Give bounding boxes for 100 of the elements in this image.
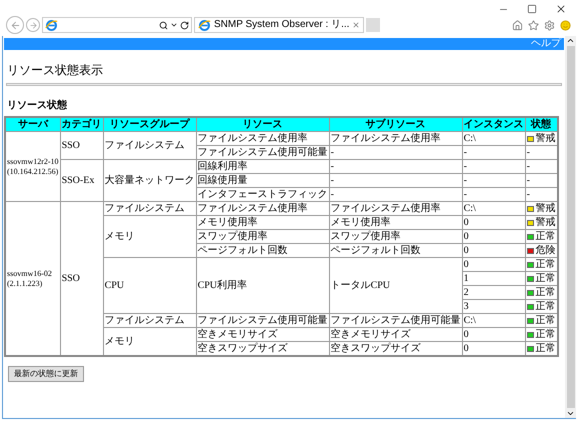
home-icon[interactable] [512, 20, 523, 30]
resource-cell: ファイルシステム使用可能量 [196, 146, 330, 160]
subresource-cell: - [329, 146, 462, 160]
instance-cell: - [462, 188, 526, 202]
instance-cell: 0 [462, 244, 526, 258]
instance-cell: - [462, 160, 526, 174]
group-cell: ファイルシステム [103, 132, 196, 160]
instance-cell: 0 [462, 342, 526, 356]
resource-cell: CPU利用率 [196, 258, 330, 314]
resource-cell: ファイルシステム使用可能量 [196, 314, 330, 328]
browser-tab[interactable]: SNMP System Observer : リ... [194, 17, 364, 33]
column-header: サーバ [5, 117, 60, 132]
tab-title: SNMP System Observer : リ... [214, 19, 350, 31]
status-label: 正常 [536, 272, 556, 285]
scrollbar[interactable] [565, 36, 576, 418]
subresource-cell: スワップ使用率 [329, 230, 462, 244]
tab-close-icon[interactable] [352, 21, 360, 29]
star-icon[interactable] [528, 20, 539, 30]
refresh-button[interactable]: 最新の状態に更新 [8, 366, 84, 382]
status-label: 正常 [536, 230, 556, 243]
subresource-cell: 空きメモリサイズ [329, 328, 462, 342]
scroll-down-icon[interactable] [566, 409, 575, 418]
resource-cell: ファイルシステム使用率 [196, 202, 330, 216]
resource-cell: 空きスワップサイズ [196, 342, 330, 356]
subresource-cell: メモリ使用率 [329, 216, 462, 230]
group-cell: CPU [103, 258, 196, 314]
subresource-cell: - [329, 160, 462, 174]
refresh-icon[interactable] [180, 20, 189, 30]
status-label: 警戒 [536, 216, 556, 229]
subresource-cell: ファイルシステム使用可能量 [329, 314, 462, 328]
instance-cell: 3 [462, 300, 526, 314]
search-icon[interactable] [159, 20, 168, 30]
instance-cell: 0 [462, 230, 526, 244]
status-label: 正常 [536, 300, 556, 313]
status-label: - [526, 146, 530, 159]
resource-cell: メモリ使用率 [196, 216, 330, 230]
group-cell: メモリ [103, 216, 196, 258]
status-label: 正常 [536, 286, 556, 299]
resource-cell: スワップ使用率 [196, 230, 330, 244]
status-label: 正常 [536, 314, 556, 327]
subresource-cell: - [329, 188, 462, 202]
instance-cell: 0 [462, 258, 526, 272]
address-bar[interactable] [42, 17, 192, 33]
subresource-cell: ファイルシステム使用率 [329, 202, 462, 216]
dropdown-icon[interactable] [170, 21, 178, 29]
maximize-icon[interactable] [527, 4, 537, 14]
resource-cell: 空きメモリサイズ [196, 328, 330, 342]
resource-cell: 回線利用率 [196, 160, 330, 174]
category-cell: SSO-Ex [60, 160, 104, 202]
subresource-cell: トータルCPU [329, 258, 462, 314]
scroll-up-icon[interactable] [566, 36, 575, 45]
server-cell: ssovmw16-02 (2.1.1.223) [5, 202, 60, 356]
instance-cell: 2 [462, 286, 526, 300]
instance-cell: 0 [462, 328, 526, 342]
instance-cell: 1 [462, 272, 526, 286]
back-button[interactable] [6, 16, 24, 34]
group-cell: ファイルシステム [103, 202, 196, 216]
category-cell: SSO [60, 132, 104, 160]
status-label: 正常 [536, 328, 556, 341]
category-cell: SSO [60, 202, 104, 356]
resource-cell: ページフォルト回数 [196, 244, 330, 258]
close-icon[interactable] [555, 3, 567, 15]
browser-logo-icon [45, 18, 58, 32]
column-header: サブリソース [329, 117, 462, 132]
status-label: 危険 [536, 244, 556, 257]
instance-cell: C:\ [462, 132, 526, 146]
subresource-cell: ページフォルト回数 [329, 244, 462, 258]
status-label: 警戒 [536, 132, 556, 145]
group-cell: メモリ [103, 328, 196, 356]
browser-logo-icon [198, 18, 211, 32]
instance-cell: C:\ [462, 314, 526, 328]
page-title: リソース状態表示 [7, 62, 104, 79]
subresource-cell: - [329, 174, 462, 188]
subresource-cell: 空きスワップサイズ [329, 342, 462, 356]
server-cell: ssovmw12r2-10 (10.164.212.56) [5, 132, 60, 202]
resource-cell: インタフェーストラフィック [196, 188, 330, 202]
forward-arrow-icon [28, 20, 38, 30]
group-cell: 大容量ネットワーク [103, 160, 196, 202]
instance-cell: 0 [462, 216, 526, 230]
column-header: インスタンス [462, 117, 526, 132]
instance-cell: - [462, 146, 526, 160]
column-header: リソース [196, 117, 330, 132]
status-label: 警戒 [536, 202, 556, 215]
section-title: リソース状態 [7, 98, 68, 113]
resource-cell: 回線使用量 [196, 174, 330, 188]
instance-cell: C:\ [462, 202, 526, 216]
status-label: - [526, 188, 530, 201]
status-label: - [526, 174, 530, 187]
status-label: 正常 [536, 342, 556, 355]
column-header: リソースグループ [103, 117, 196, 132]
column-header: カテゴリ [60, 117, 104, 132]
smiley-icon[interactable] [560, 20, 571, 30]
status-label: 正常 [536, 258, 556, 271]
resource-cell: ファイルシステム使用率 [196, 132, 330, 146]
group-cell: ファイルシステム [103, 314, 196, 328]
status-label: - [526, 160, 530, 173]
settings-icon[interactable] [544, 20, 555, 30]
back-arrow-icon [10, 20, 20, 30]
subresource-cell: ファイルシステム使用率 [329, 132, 462, 146]
column-header: 状態 [525, 117, 558, 132]
